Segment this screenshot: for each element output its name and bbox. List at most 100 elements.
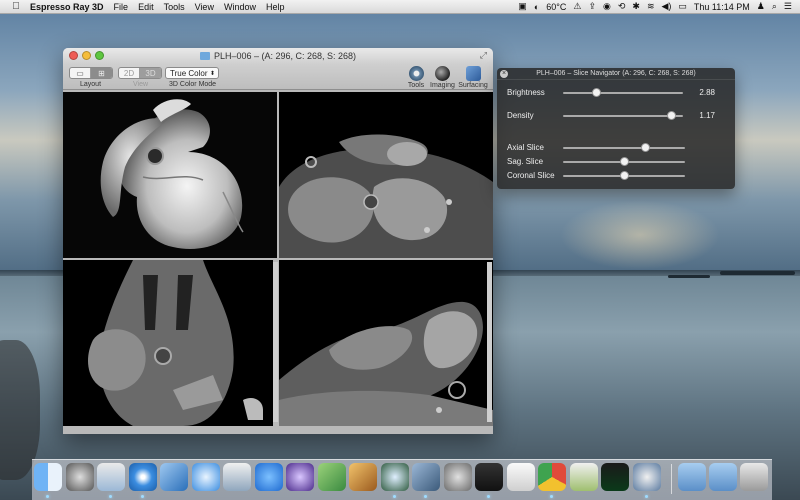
vmware-icon[interactable]: [412, 463, 440, 491]
time-machine-icon[interactable]: ⟲: [618, 1, 626, 12]
safari-icon[interactable]: [128, 463, 157, 491]
running-indicator: [109, 495, 112, 498]
menu-edit[interactable]: Edit: [138, 2, 154, 12]
time-machine-icon[interactable]: [380, 463, 409, 491]
app-menu[interactable]: Espresso Ray 3D: [30, 2, 104, 12]
status-icon[interactable]: ◉: [603, 1, 611, 12]
running-indicator: [140, 495, 144, 498]
density-knob[interactable]: [666, 110, 676, 120]
running-indicator: [550, 495, 553, 498]
imaging-button[interactable]: Imaging: [430, 66, 455, 89]
viewport-coronal[interactable]: [63, 260, 273, 426]
color-mode-select[interactable]: True Color ⬍: [165, 67, 219, 79]
volume-icon[interactable]: ◀): [661, 1, 671, 12]
axial-slice-row: Axial Slice: [507, 142, 685, 152]
applications-folder-icon[interactable]: [678, 463, 706, 491]
axial-slice-knob[interactable]: [641, 142, 651, 152]
xcode-icon[interactable]: [160, 463, 188, 491]
garageband-icon[interactable]: [349, 463, 377, 491]
status-icon[interactable]: ▣: [518, 1, 527, 12]
battery-icon[interactable]: ▭: [678, 1, 687, 12]
folder-icon: [199, 52, 210, 60]
viewport-sagittal[interactable]: [279, 260, 493, 426]
imaging-label: Imaging: [430, 82, 455, 89]
brightness-value: 2.88: [699, 88, 715, 97]
close-button[interactable]: [69, 51, 78, 60]
view-3d-button[interactable]: 3D: [140, 68, 161, 78]
density-label: Density: [507, 111, 534, 120]
density-slider[interactable]: [563, 110, 683, 120]
axial-slice-label: Axial Slice: [507, 143, 544, 152]
keychain-icon[interactable]: [569, 463, 598, 491]
upload-icon[interactable]: ⇪: [588, 1, 596, 12]
viewport-scrollbar[interactable]: [487, 262, 492, 422]
chrome-icon[interactable]: [538, 463, 566, 491]
sunlight: [560, 200, 720, 270]
menu-help[interactable]: Help: [266, 2, 285, 12]
system-preferences-icon[interactable]: [443, 463, 472, 491]
viewport-axial[interactable]: [279, 92, 493, 258]
running-indicator: [487, 495, 490, 498]
menu-window[interactable]: Window: [224, 2, 256, 12]
surfacing-button[interactable]: Surfacing: [458, 66, 488, 89]
layout-segmented-control: ▭ ⊞: [69, 67, 113, 79]
wifi-icon[interactable]: ≋: [647, 1, 655, 12]
sagittal-slice-label: Sag. Slice: [507, 157, 544, 166]
temperature-readout[interactable]: 60°C: [546, 2, 566, 12]
sagittal-slice-knob[interactable]: [619, 156, 629, 166]
running-indicator: [424, 495, 427, 498]
brightness-knob[interactable]: [592, 87, 602, 97]
viewport-3d[interactable]: [63, 92, 277, 258]
app-store-icon[interactable]: [254, 463, 283, 491]
window-titlebar[interactable]: PLH–006 – (A: 296, C: 268, S: 268) ⤢: [63, 48, 493, 64]
status-icon[interactable]: ◐: [534, 2, 539, 12]
activity-monitor-icon[interactable]: [601, 463, 629, 491]
user-icon[interactable]: ♟: [757, 1, 765, 12]
grid-layout-icon[interactable]: ⊞: [91, 68, 112, 78]
surfacing-label: Surfacing: [458, 82, 488, 89]
terminal-icon[interactable]: [475, 463, 503, 491]
fullscreen-icon[interactable]: ⤢: [480, 50, 487, 61]
coronal-slice-knob[interactable]: [619, 170, 629, 180]
documents-folder-icon[interactable]: [709, 463, 737, 491]
itunes-icon[interactable]: [191, 463, 220, 491]
layout-label: Layout: [80, 81, 102, 88]
bluetooth-icon[interactable]: ✱: [632, 1, 640, 12]
brightness-row: Brightness 2.88: [507, 87, 715, 97]
espresso-ray-icon[interactable]: [632, 463, 661, 491]
finder-icon[interactable]: [34, 463, 62, 491]
axial-slice-slider[interactable]: [563, 142, 685, 152]
status-icon[interactable]: ⚠: [573, 1, 581, 12]
dock-separator: [671, 464, 672, 494]
color-mode-label: 3D Color Mode: [169, 81, 217, 88]
mail-icon[interactable]: [97, 463, 125, 491]
minimize-button[interactable]: [82, 51, 91, 60]
close-icon[interactable]: ×: [500, 70, 508, 78]
brightness-slider[interactable]: [563, 87, 683, 97]
tools-button[interactable]: Tools: [404, 66, 428, 89]
menu-file[interactable]: File: [114, 2, 129, 12]
menu-view[interactable]: View: [195, 2, 214, 12]
viewport-scrollbar[interactable]: [273, 262, 278, 422]
single-layout-icon[interactable]: ▭: [70, 68, 91, 78]
iphoto-icon[interactable]: [317, 463, 346, 491]
apple-icon[interactable]: : [8, 1, 24, 12]
imovie-icon[interactable]: [286, 463, 314, 491]
launchpad-icon[interactable]: [65, 463, 94, 491]
view-2d-button[interactable]: 2D: [119, 68, 140, 78]
clock[interactable]: Thu 11:14 PM: [694, 2, 750, 12]
density-value: 1.17: [699, 111, 715, 120]
textedit-icon[interactable]: [506, 463, 535, 491]
menu-bar:  Espresso Ray 3D File Edit Tools View W…: [0, 0, 800, 14]
spotlight-icon[interactable]: ⌕: [772, 1, 777, 12]
coronal-slice-row: Coronal Slice: [507, 170, 685, 180]
running-indicator: [46, 495, 49, 498]
sagittal-slice-slider[interactable]: [563, 156, 685, 166]
zoom-button[interactable]: [95, 51, 104, 60]
trash-icon[interactable]: [740, 463, 768, 491]
color-mode-value: True Color: [170, 68, 208, 78]
coronal-slice-slider[interactable]: [563, 170, 685, 180]
menu-tools[interactable]: Tools: [164, 2, 185, 12]
preview-icon[interactable]: [223, 463, 251, 491]
notification-center-icon[interactable]: ☰: [784, 1, 792, 12]
